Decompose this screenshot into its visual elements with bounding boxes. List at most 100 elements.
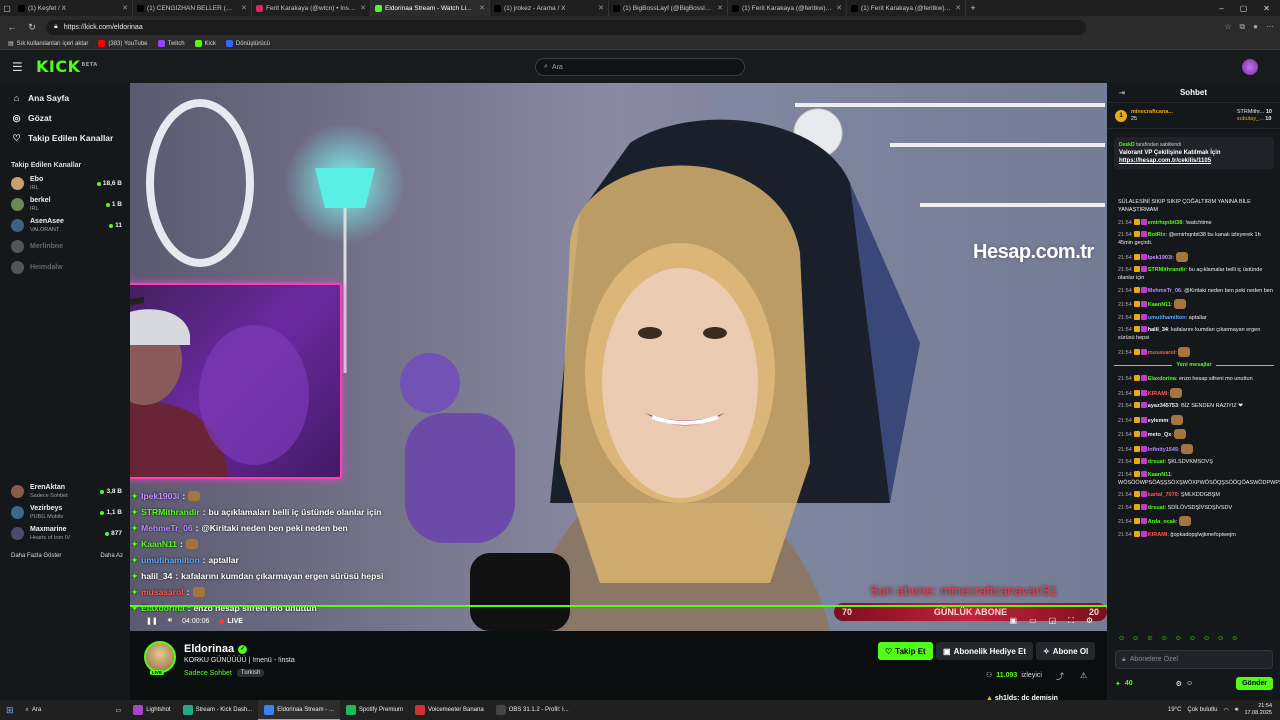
tab-close-icon[interactable]: ✕ — [955, 4, 961, 12]
chat-username[interactable]: Arda_ocak — [1148, 519, 1176, 525]
tab-close-icon[interactable]: ✕ — [717, 4, 723, 12]
followed-channel[interactable]: Heimdalw — [0, 257, 130, 278]
fullscreen-icon[interactable]: ⛶ — [1068, 616, 1074, 626]
subscribe-button[interactable]: ✧ Abone Ol — [1036, 642, 1096, 660]
back-icon[interactable]: ← — [6, 22, 18, 32]
browser-tab[interactable]: (1) jrokez - Arama / X ✕ — [490, 0, 609, 16]
channel-points[interactable]: 40 — [1125, 680, 1133, 687]
emote-icon[interactable]: ☺ — [1175, 635, 1182, 642]
report-icon[interactable]: ⚠ — [1080, 671, 1087, 680]
chat-username[interactable]: meto_Qx — [1148, 432, 1172, 438]
clip-icon[interactable]: ▣ — [1010, 616, 1018, 626]
chat-username[interactable]: KIRAMI — [1148, 532, 1168, 538]
browser-tab[interactable]: (1) Keşfet / X ✕ — [14, 0, 133, 16]
chat-input[interactable]: 🔒︎ Abonelere Özel — [1115, 650, 1273, 669]
chat-username[interactable]: emirhqnbit38 — [1148, 220, 1183, 226]
taskbar-app[interactable]: Voicemeeter Banana — [409, 700, 490, 720]
chat-username[interactable]: STRMithrandir — [1148, 267, 1186, 273]
emote-picker-icon[interactable]: ☺ — [1186, 680, 1193, 687]
sound-icon[interactable]: 🔊︎ — [1235, 707, 1239, 714]
bookmark-import[interactable]: ▤ Sık kullanılanları içeri aktar — [8, 40, 88, 48]
star-icon[interactable]: ☆ — [1224, 22, 1231, 32]
tab-close-icon[interactable]: ✕ — [479, 4, 485, 12]
emote-icon[interactable]: ☺ — [1160, 635, 1167, 642]
nav-home[interactable]: ⌂ Ana Sayfa — [0, 88, 130, 108]
pinned-link[interactable]: https://hesap.com.tr/cekilis/1105 — [1119, 157, 1269, 165]
tab-close-icon[interactable]: ✕ — [836, 4, 842, 12]
chat-username[interactable]: KaanN11 — [1148, 472, 1171, 478]
emote-icon[interactable]: ☺ — [1118, 635, 1125, 642]
clock[interactable]: 21:54 17.08.2025 — [1244, 703, 1272, 717]
chat-username[interactable]: kartal_7070 — [1148, 492, 1178, 498]
follow-button[interactable]: ♡ Takip Et — [878, 642, 933, 660]
bookmark-kick[interactable]: Kick — [194, 40, 216, 47]
tab-close-icon[interactable]: ✕ — [122, 4, 128, 12]
category-link[interactable]: Sadece Sohbet — [184, 670, 232, 677]
taskbar-app[interactable]: Spotify Premium — [340, 700, 409, 720]
chat-username[interactable]: ayaz345753 — [1148, 403, 1178, 409]
chat-username[interactable]: drsuat — [1148, 505, 1165, 511]
streamer-name[interactable]: Eldorinaa ✓ — [184, 643, 248, 655]
emote-icon[interactable]: ☺ — [1146, 635, 1153, 642]
pip-icon[interactable]: ◲ — [1049, 616, 1057, 626]
chat-username[interactable]: BotRix — [1148, 232, 1166, 238]
chat-username[interactable]: KaanN11 — [1148, 302, 1171, 308]
nav-browse[interactable]: ◎ Gözat — [0, 108, 130, 128]
show-less-link[interactable]: Daha Az — [100, 553, 123, 559]
chat-username[interactable]: MehmeTr_06 — [1148, 288, 1181, 294]
bookmark-youtube[interactable]: (383) YouTube — [98, 40, 148, 47]
user-avatar[interactable] — [1242, 59, 1258, 75]
close-window-icon[interactable]: ✕ — [1263, 4, 1270, 13]
window-menu-icon[interactable]: ▢ — [0, 4, 14, 13]
start-icon[interactable]: ⊞ — [0, 700, 20, 720]
playback-progress[interactable] — [130, 605, 1107, 607]
tab-close-icon[interactable]: ✕ — [598, 4, 604, 12]
pause-icon[interactable]: ❚❚ — [146, 617, 158, 625]
bookmark-twitch[interactable]: Twitch — [157, 40, 185, 47]
gift-sub-button[interactable]: ▣ Abonelik Hediye Et — [936, 642, 1034, 660]
chat-username[interactable]: Ipek1903i — [1148, 255, 1173, 261]
chat-username[interactable]: KIRAMI — [1148, 391, 1168, 397]
bookmark-converter[interactable]: Dönüştürücü — [225, 40, 270, 47]
followed-channel[interactable]: berkel IRL 1 B — [0, 194, 130, 215]
search-input[interactable]: ⌕ Ara — [535, 58, 745, 76]
chat-username[interactable]: musasarol — [1148, 350, 1176, 356]
tab-close-icon[interactable]: ✕ — [360, 4, 366, 12]
browser-tab[interactable]: Eldorinaa Stream - Watch Li... ✕ — [371, 0, 490, 16]
emote-icon[interactable]: ☺ — [1189, 635, 1196, 642]
chat-username[interactable]: drsuat — [1148, 459, 1165, 465]
tab-close-icon[interactable]: ✕ — [241, 4, 247, 12]
hamburger-menu-icon[interactable]: ☰ — [12, 60, 30, 74]
nav-following[interactable]: ♡ Takip Edilen Kanallar — [0, 128, 130, 148]
show-more-link[interactable]: Daha Fazla Göster — [11, 553, 61, 559]
wifi-icon[interactable]: ◠ — [1223, 707, 1228, 714]
volume-icon[interactable]: 🔊︎ — [168, 617, 172, 625]
followed-channel[interactable]: AsenAsee VALORANT 11 — [0, 215, 130, 236]
taskbar-app[interactable]: Stream - Kick Dash... — [177, 700, 259, 720]
language-tag[interactable]: Turkish — [236, 669, 265, 677]
taskbar-app[interactable]: Eldorinaa Stream - ... — [258, 700, 340, 720]
emote-icon[interactable]: ☺ — [1217, 635, 1224, 642]
profile-icon[interactable]: ● — [1253, 22, 1258, 32]
collapse-chat-icon[interactable]: ⇥ — [1119, 89, 1125, 97]
followed-channel[interactable]: ErenAktan Sadece Sohbet 3,8 B — [0, 481, 130, 502]
extensions-icon[interactable]: ⧉ — [1239, 22, 1245, 32]
new-tab-icon[interactable]: + — [966, 3, 980, 13]
taskbar-search[interactable]: ⌕ Ara — [20, 700, 110, 720]
maximize-icon[interactable]: ▢ — [1240, 4, 1248, 13]
minimize-icon[interactable]: – — [1219, 4, 1223, 13]
followed-channel[interactable]: Maxmarine Hearts of Iron IV 877 — [0, 523, 130, 544]
browser-tab[interactable]: Ferit Karakaya (@wtcn) • Instagra...✕ — [252, 0, 371, 16]
chat-username[interactable]: Infinity1545 — [1148, 447, 1178, 453]
browser-tab[interactable]: (1) BigBossLayf (@BigBosslayf) / X✕ — [609, 0, 728, 16]
browser-tab[interactable]: (1) CENGİZHAN BELLER (@cenge...✕ — [133, 0, 252, 16]
url-field[interactable]: 🔒︎ https://kick.com/eldorinaa — [46, 19, 1086, 35]
emote-icon[interactable]: ☺ — [1231, 635, 1238, 642]
followed-channel[interactable]: Vezirbeys PUBG Mobile 1,1 B — [0, 502, 130, 523]
chat-settings-icon[interactable]: ⚙ — [1176, 680, 1182, 688]
more-icon[interactable]: ⋯ — [1266, 22, 1274, 32]
emote-icon[interactable]: ☺ — [1132, 635, 1139, 642]
video-player[interactable]: Hesap.com.tr ✦ Ipek1903i: ✦ STRMithrandir: b… — [130, 83, 1107, 631]
taskbar-app[interactable]: Lightshot — [127, 700, 176, 720]
chat-username[interactable]: Elaxdorina — [1148, 376, 1176, 382]
